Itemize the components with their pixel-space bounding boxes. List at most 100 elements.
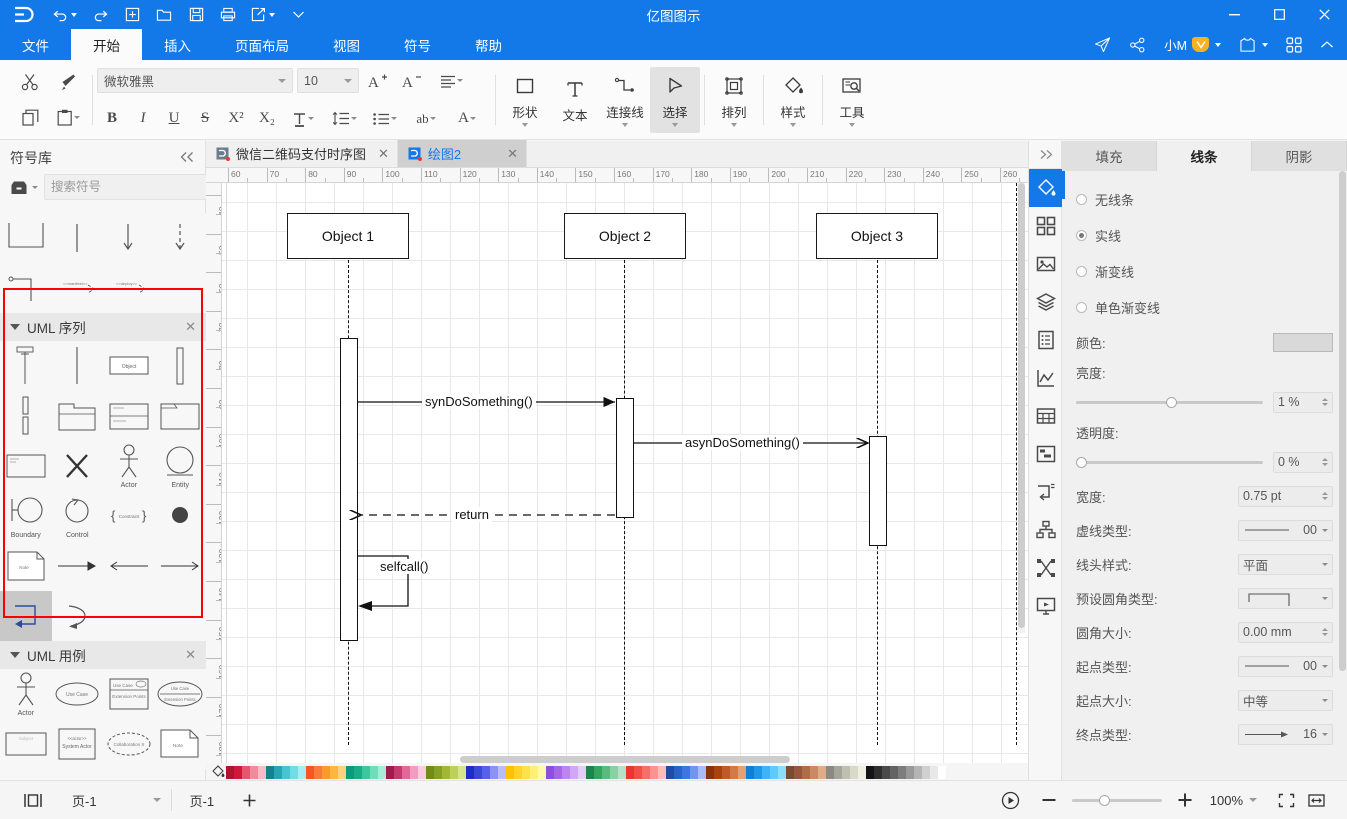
zoom-out-button[interactable]: [1034, 785, 1064, 815]
color-swatch[interactable]: [490, 765, 498, 779]
down-arrow-symbol[interactable]: [103, 213, 155, 263]
color-swatch[interactable]: [450, 765, 458, 779]
decrease-font-size-button[interactable]: A: [397, 67, 427, 95]
color-swatch[interactable]: [298, 765, 306, 779]
entity-symbol[interactable]: Entity: [155, 441, 207, 491]
print-button[interactable]: [212, 0, 244, 29]
rail-layers[interactable]: [1029, 283, 1063, 321]
superscript-button[interactable]: X²: [221, 105, 251, 133]
play-circle-icon[interactable]: [996, 785, 1026, 815]
underline-button[interactable]: U: [159, 105, 189, 133]
cut-button[interactable]: [15, 68, 45, 96]
lifeline-with-object-symbol[interactable]: [0, 341, 52, 391]
color-swatch[interactable]: [594, 765, 602, 779]
color-swatch[interactable]: [802, 765, 810, 779]
color-swatch[interactable]: [826, 765, 834, 779]
message-asyn-do-something-label[interactable]: asynDoSomething(): [682, 435, 803, 450]
menu-item-help[interactable]: 帮助: [453, 29, 524, 60]
close-icon[interactable]: ✕: [378, 146, 389, 162]
color-swatch[interactable]: [466, 765, 474, 779]
menu-item-insert[interactable]: 插入: [142, 29, 213, 60]
spinner-arrows[interactable]: [1322, 458, 1328, 466]
zoom-level-label[interactable]: 100%: [1210, 793, 1243, 808]
corner-type-combo[interactable]: [1238, 587, 1333, 609]
font-size-select[interactable]: 10: [297, 68, 359, 93]
style-tool[interactable]: 样式: [768, 67, 818, 133]
color-swatch[interactable]: [882, 765, 890, 779]
cap-style-combo[interactable]: 平面: [1238, 553, 1333, 575]
color-swatch[interactable]: [386, 765, 394, 779]
color-swatch[interactable]: [442, 765, 450, 779]
color-swatch[interactable]: [738, 765, 746, 779]
color-swatch[interactable]: [658, 765, 666, 779]
color-swatch[interactable]: [234, 765, 242, 779]
note-symbol[interactable]: Note: [0, 541, 52, 591]
color-swatch[interactable]: [426, 765, 434, 779]
message-selfcall-label[interactable]: selfcall(): [377, 559, 432, 574]
color-swatch[interactable]: [258, 765, 266, 779]
boundary-symbol[interactable]: Boundary: [0, 491, 52, 541]
color-swatch[interactable]: [562, 765, 570, 779]
uml-usecase-group-header[interactable]: UML 用例 ✕: [0, 641, 206, 669]
color-swatch[interactable]: [346, 765, 354, 779]
send-button[interactable]: [1085, 29, 1120, 60]
line-type-gradient[interactable]: 渐变线: [1076, 253, 1333, 289]
collaboration-symbol[interactable]: Collaboration X: [103, 719, 155, 769]
color-swatch[interactable]: [666, 765, 674, 779]
color-swatch[interactable]: [770, 765, 778, 779]
scrollbar-thumb[interactable]: [1339, 171, 1346, 671]
paste-button[interactable]: [48, 104, 88, 132]
bullet-list-button[interactable]: [365, 105, 405, 133]
menu-item-home[interactable]: 开始: [71, 29, 142, 60]
color-swatch[interactable]: [290, 765, 298, 779]
color-swatch[interactable]: [602, 765, 610, 779]
redo-button[interactable]: [84, 0, 116, 29]
scrollbar-thumb[interactable]: [1018, 183, 1025, 628]
undo-button[interactable]: [46, 0, 84, 29]
font-highlight-button[interactable]: A: [447, 105, 487, 133]
skin-button[interactable]: [1230, 29, 1277, 60]
color-swatch[interactable]: [586, 765, 594, 779]
color-swatch[interactable]: [938, 765, 946, 779]
color-swatch[interactable]: [514, 765, 522, 779]
connector-tool[interactable]: 连接线: [600, 67, 650, 133]
brightness-value[interactable]: 1 %: [1273, 391, 1333, 413]
message-return-label[interactable]: return: [452, 507, 492, 522]
symbol-library-scroll[interactable]: <<manifest>> <<deploy>> UML 序列 ✕ Object: [0, 213, 206, 780]
page-view-icon[interactable]: [18, 785, 48, 815]
color-swatch[interactable]: [786, 765, 794, 779]
format-painter-button[interactable]: [53, 68, 83, 96]
color-swatch[interactable]: [794, 765, 802, 779]
document-tab-wechat-qr-payment-sequence[interactable]: 微信二维码支付时序图 ✕: [206, 140, 398, 167]
double-chevron-right-icon[interactable]: [1029, 141, 1063, 169]
chevron-down-icon[interactable]: [152, 798, 161, 802]
utility-tool[interactable]: 工具: [827, 67, 877, 133]
drawing-canvas[interactable]: Object 1 Object 2 Object 3 synDoSomethin…: [222, 183, 1028, 763]
color-swatch[interactable]: [730, 765, 738, 779]
rail-symbols[interactable]: [1029, 207, 1063, 245]
radio-icon[interactable]: [1076, 229, 1087, 241]
color-swatch[interactable]: [762, 765, 770, 779]
color-swatch[interactable]: [778, 765, 786, 779]
account-button[interactable]: 小M: [1155, 29, 1230, 60]
rail-image[interactable]: [1029, 245, 1063, 283]
properties-panel-scrollbar[interactable]: [1339, 171, 1346, 780]
text-color-button[interactable]: [283, 105, 323, 133]
color-swatch[interactable]: [714, 765, 722, 779]
frame-symbol[interactable]: [155, 391, 207, 441]
destroy-x-symbol[interactable]: [52, 441, 104, 491]
export-button[interactable]: [244, 0, 282, 29]
close-button[interactable]: [1302, 0, 1347, 29]
plain-lifeline-symbol[interactable]: [52, 341, 104, 391]
vertical-line-symbol[interactable]: [52, 213, 104, 263]
constraint-symbol[interactable]: {} Constraint: [103, 491, 155, 541]
line-width-spinner[interactable]: 0.75 pt: [1238, 485, 1333, 507]
note-box-symbol[interactable]: [0, 441, 52, 491]
color-swatch[interactable]: [930, 765, 938, 779]
activation-object-2[interactable]: [616, 398, 634, 518]
font-family-select[interactable]: 微软雅黑: [97, 68, 293, 93]
color-swatch[interactable]: [338, 765, 346, 779]
color-swatch[interactable]: [458, 765, 466, 779]
rail-chart[interactable]: [1029, 359, 1063, 397]
zoom-in-button[interactable]: [1170, 785, 1200, 815]
